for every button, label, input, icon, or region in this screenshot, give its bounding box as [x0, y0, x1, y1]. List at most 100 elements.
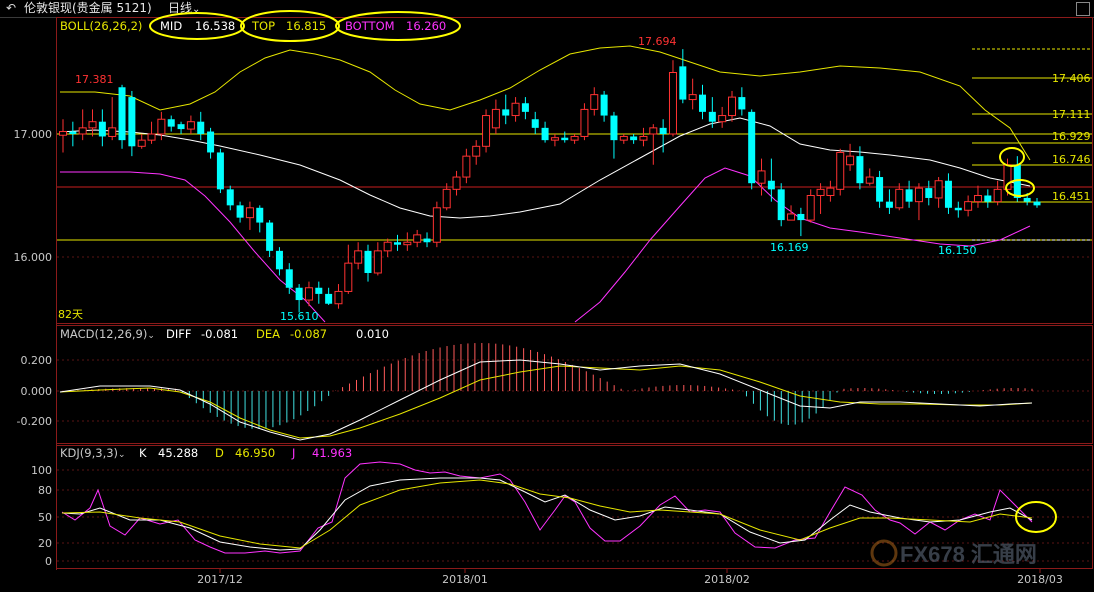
boll-mid-label: MID — [160, 19, 183, 33]
candle-body — [777, 189, 785, 221]
kdj-tick-label: 20 — [38, 537, 52, 550]
low-annotation: 15.610 — [280, 310, 319, 323]
candle-body — [905, 189, 913, 202]
macd-tick-label: -0.200 — [17, 415, 52, 428]
watermark-text: FX678 汇通网 — [900, 542, 1037, 567]
kdj-j-label: J — [292, 446, 296, 460]
candle-body — [344, 262, 353, 292]
candle-body — [354, 250, 363, 264]
candle-body — [561, 137, 569, 141]
candle-body — [69, 131, 77, 134]
candle-body — [285, 269, 293, 288]
candle-body — [137, 139, 146, 147]
candle-body — [914, 187, 923, 203]
candlestick-series — [59, 49, 1041, 313]
candle-body — [698, 94, 706, 112]
candle-body — [757, 170, 766, 184]
days-count-label: 82天 — [58, 308, 83, 321]
kdj-tick-label: 50 — [38, 511, 52, 524]
candle-body — [502, 109, 510, 116]
candle-body — [128, 97, 136, 147]
candle-body — [531, 119, 539, 128]
candle-body — [748, 111, 756, 184]
candle-body — [147, 133, 156, 141]
boll-bottom-line — [60, 167, 1031, 323]
candle-body — [619, 135, 628, 141]
candle-body — [423, 238, 431, 243]
low-annotation: 16.169 — [770, 241, 809, 254]
candle-body — [541, 127, 549, 141]
boll-top-value: 16.815 — [286, 19, 327, 33]
candle-body — [186, 121, 195, 130]
kdj-k-label: K — [139, 446, 147, 460]
high-annotation: 17.694 — [638, 35, 677, 48]
candle-body — [207, 131, 215, 153]
candle-body — [580, 108, 589, 137]
macd-histogram — [70, 343, 1033, 429]
macd-tick-label: 0.200 — [21, 354, 53, 367]
price-tick-label: 17.000 — [14, 128, 53, 141]
candle-body — [836, 151, 845, 190]
macd-label[interactable]: MACD(12,26,9) — [60, 327, 147, 341]
candle-body — [98, 121, 106, 137]
fib-level-label: 16.746 — [1052, 153, 1091, 166]
kdj-label[interactable]: KDJ(9,3,3) — [60, 446, 118, 460]
candle-body — [639, 135, 648, 141]
chevron-down-icon[interactable]: ⌄ — [118, 450, 126, 460]
candle-body — [885, 201, 893, 208]
candle-body — [659, 127, 667, 134]
candle-body — [876, 177, 884, 202]
candle-body — [256, 207, 264, 223]
candle-body — [78, 127, 87, 135]
candle-body — [964, 201, 973, 211]
candle-body — [925, 188, 933, 198]
kdj-j-line — [61, 461, 1033, 554]
candle-body — [325, 293, 333, 304]
macd-diff-value: -0.081 — [201, 327, 239, 341]
price-panel-frame — [56, 17, 1093, 324]
fib-level-label: 16.929 — [1052, 130, 1091, 143]
candle-body — [108, 127, 117, 137]
candle-body — [226, 189, 234, 206]
candle-body — [787, 213, 796, 221]
kdj-tick-label: 80 — [38, 484, 52, 497]
candle-body — [797, 213, 805, 221]
candle-body — [550, 137, 559, 141]
macd-dea-value: -0.087 — [290, 327, 328, 341]
high-annotation: 17.381 — [75, 73, 114, 86]
candle-body — [472, 145, 481, 157]
chevron-down-icon[interactable]: ⌄ — [147, 331, 155, 341]
date-tick-label: 2018/01 — [442, 573, 488, 586]
low-annotation: 16.150 — [938, 244, 977, 257]
candle-body — [236, 205, 244, 218]
fib-level-label: 17.406 — [1052, 72, 1091, 85]
fib-level-label: 17.111 — [1052, 108, 1091, 121]
date-tick-label: 2018/03 — [1017, 573, 1063, 586]
boll-bottom-label: BOTTOM — [345, 19, 395, 33]
watermark: FX678 汇通网 — [870, 539, 1037, 567]
candle-body — [275, 250, 283, 270]
candle-body — [452, 176, 461, 190]
candle-body — [245, 207, 254, 219]
candle-body — [167, 119, 175, 127]
candle-body — [895, 188, 904, 209]
kdj-d-label: D — [215, 446, 224, 460]
candle-body — [649, 127, 658, 135]
candle-body — [266, 222, 274, 251]
kdj-info-bar: KDJ(9,3,3)⌄ K 45.288 D 46.950 J 41.963 — [60, 446, 352, 460]
candle-body — [521, 103, 529, 112]
candle-body — [600, 94, 608, 116]
candle-body — [118, 87, 126, 141]
boll-info-bar: BOLL(26,26,2) MID 16.538 TOP 16.815 BOTT… — [60, 19, 446, 33]
candle-body — [944, 180, 952, 208]
candle-body — [432, 207, 441, 243]
candle-body — [954, 207, 962, 211]
price-tick-label: 16.000 — [14, 251, 53, 264]
macd-dea-label: DEA — [256, 327, 280, 341]
candle-body — [1023, 197, 1031, 202]
macd-panel-frame — [56, 325, 1093, 444]
candle-body — [806, 195, 815, 221]
candle-body — [88, 121, 97, 129]
candle-body — [708, 111, 716, 122]
macd-value: 0.010 — [356, 327, 389, 341]
